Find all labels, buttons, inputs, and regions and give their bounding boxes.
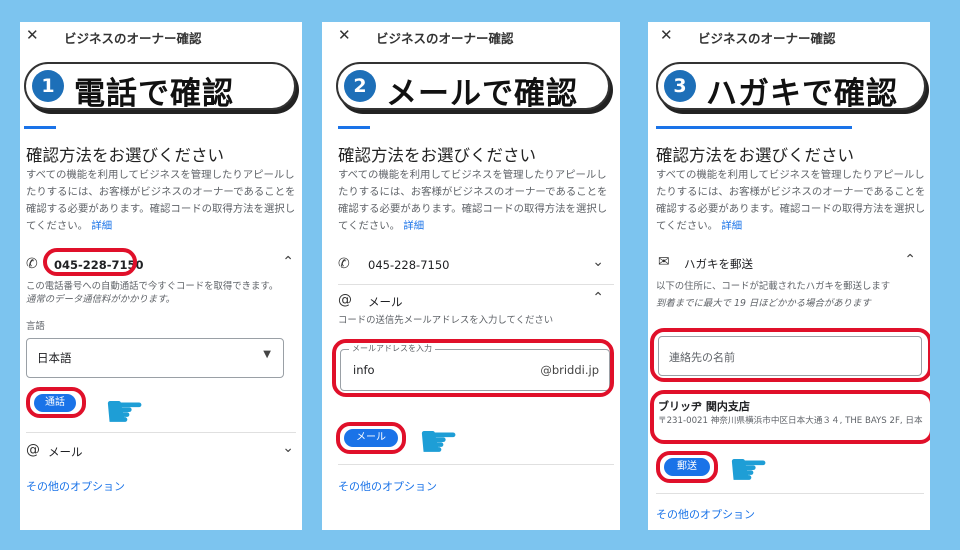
postcard-note: 以下の住所に、コードが記載されたハガキを郵送します 到着までに最大で 19 日ほど… [656,281,891,309]
description: すべての機能を利用してビジネスを管理したりアピールしたりするには、お客様がビジネ… [656,169,926,232]
close-icon[interactable]: ✕ [26,26,39,44]
other-options-link[interactable]: その他のオプション [26,478,125,494]
highlight-ring [650,390,930,444]
language-select[interactable]: 日本語 ▼ [26,338,284,378]
language-label: 言語 [26,321,45,332]
mail-note: コードの送信先メールアドレスを入力してください [338,315,554,326]
progress-bar [656,126,852,129]
page-title: ビジネスのオーナー確認 [64,31,202,46]
chevron-down-icon[interactable]: ⌄ [282,440,294,456]
header: ✕ ビジネスのオーナー確認 [322,22,620,50]
close-icon[interactable]: ✕ [660,26,673,44]
highlight-ring [650,328,930,382]
step-number: 1 [32,70,64,102]
pointing-hand-icon: ☛ [728,442,770,496]
chevron-up-icon[interactable]: ⌃ [904,252,916,268]
mail-option[interactable]: @ メール ⌄ [20,434,302,468]
at-icon: @ [338,292,352,308]
step-title: 電話で確認 [74,76,234,112]
progress-bar [338,126,370,129]
step-number: 3 [664,70,696,102]
progress-bar [24,126,56,129]
step-banner: 2 メールで確認 [336,62,610,112]
detail-link[interactable]: 詳細 [721,220,742,232]
mail-label: メール [368,295,403,309]
mail-label: メール [48,445,83,459]
step-banner: 3 ハガキで確認 [656,62,926,112]
step-number: 2 [344,70,376,102]
page-title: ビジネスのオーナー確認 [698,31,836,46]
step-title: メールで確認 [386,76,578,112]
chevron-down-icon[interactable]: ⌄ [592,254,604,270]
mail-option[interactable]: @ メール ⌃ [332,284,620,318]
description: すべての機能を利用してビジネスを管理したりアピールしたりするには、お客様がビジネ… [26,169,296,232]
envelope-icon: ✉ [658,254,670,270]
language-value: 日本語 [37,351,72,365]
chevron-up-icon[interactable]: ⌃ [592,290,604,306]
at-icon: @ [26,442,40,458]
page-title: ビジネスのオーナー確認 [376,31,514,46]
divider [26,432,296,433]
other-options-link[interactable]: その他のオプション [338,478,437,494]
panel-postcard: ✕ ビジネスのオーナー確認 3 ハガキで確認 確認方法をお選びください すべての… [648,22,930,530]
divider [338,464,614,465]
phone-icon: ✆ [338,256,350,272]
phone-option[interactable]: ✆ 045-228-7150 ⌄ [332,248,620,282]
heading: 確認方法をお選びください [656,146,854,165]
heading: 確認方法をお選びください [26,146,224,165]
divider [656,493,924,494]
phone-number: 045-228-7150 [368,258,450,272]
highlight-ring [336,422,406,454]
phone-note: この電話番号への自動通話で今すぐコードを取得できます。 通常のデータ通信料がかかり… [26,281,279,305]
detail-link[interactable]: 詳細 [91,220,112,232]
panel-phone: ✕ ビジネスのオーナー確認 1 電話で確認 確認方法をお選びください すべての機… [20,22,302,530]
header: ✕ ビジネスのオーナー確認 [648,22,930,50]
header: ✕ ビジネスのオーナー確認 [20,22,302,50]
other-options-link[interactable]: その他のオプション [656,506,755,522]
highlight-ring [332,339,614,397]
postcard-label: ハガキを郵送 [684,257,753,271]
panel-email: ✕ ビジネスのオーナー確認 2 メールで確認 確認方法をお選びください すべての… [322,22,620,530]
description: すべての機能を利用してビジネスを管理したりアピールしたりするには、お客様がビジネ… [338,169,608,232]
dropdown-arrow-icon: ▼ [263,349,271,360]
close-icon[interactable]: ✕ [338,26,351,44]
pointing-hand-icon: ☛ [104,384,146,438]
step-title: ハガキで確認 [706,76,898,112]
step-banner: 1 電話で確認 [24,62,296,112]
postcard-option[interactable]: ✉ ハガキを郵送 ⌃ [652,246,930,280]
chevron-up-icon[interactable]: ⌃ [282,254,294,270]
phone-icon: ✆ [26,256,38,272]
heading: 確認方法をお選びください [338,146,536,165]
detail-link[interactable]: 詳細 [403,220,424,232]
highlight-ring [26,387,86,418]
highlight-ring [43,248,137,276]
pointing-hand-icon: ☛ [418,414,460,468]
highlight-ring [656,451,718,483]
